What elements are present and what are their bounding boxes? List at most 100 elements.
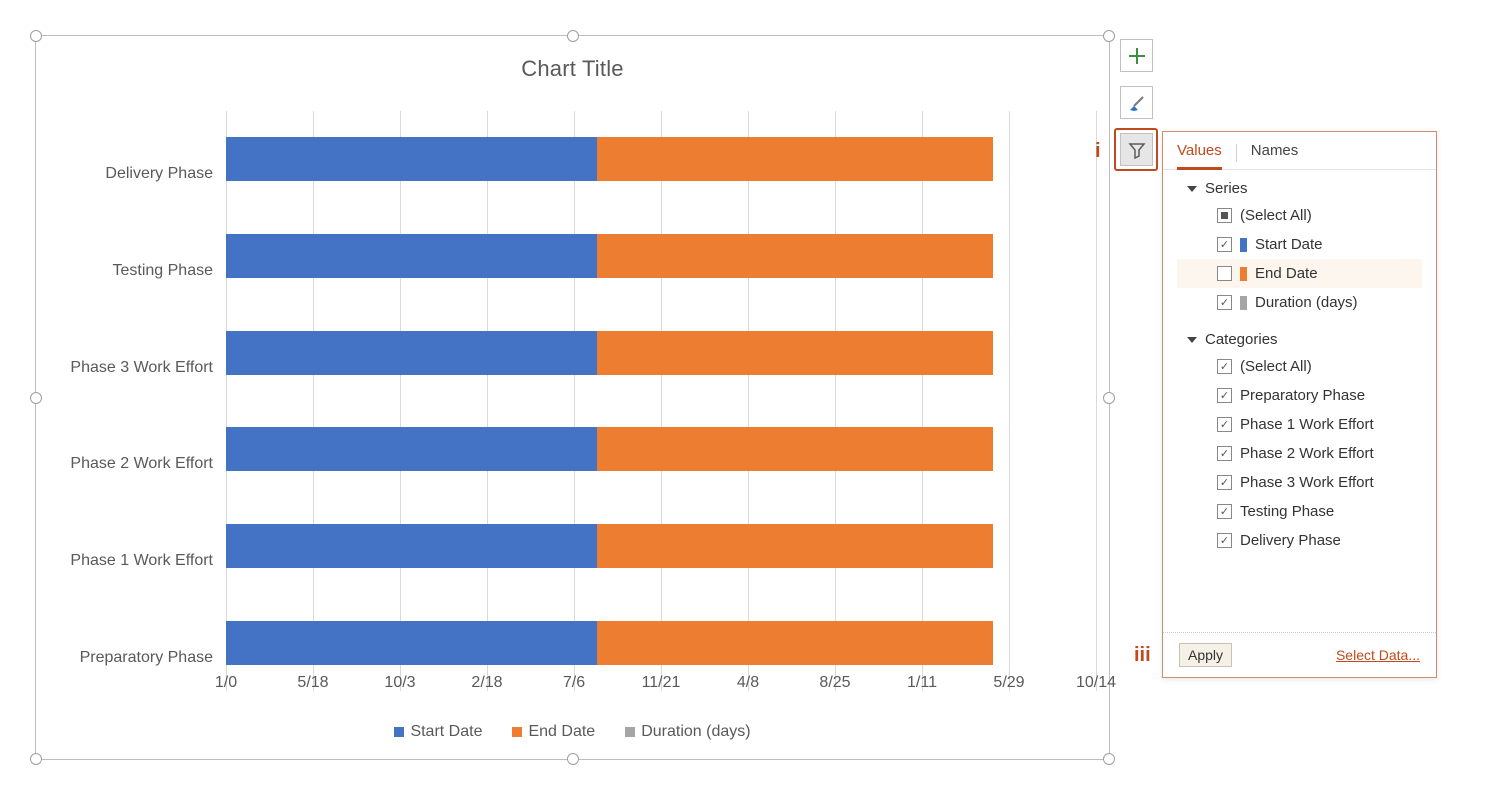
resize-handle[interactable] [567,753,579,765]
gridline [226,111,227,691]
legend-label: Duration (days) [641,723,750,741]
legend-label: End Date [528,723,595,741]
bar-segment-end-date[interactable] [597,331,993,375]
filter-list-item[interactable]: ✓Start Date [1177,230,1422,259]
legend-item[interactable]: Duration (days) [625,723,750,741]
bar-row[interactable] [226,331,1096,375]
filter-list-item[interactable]: End Date [1177,259,1422,288]
series-color-swatch-icon [1240,296,1247,310]
resize-handle[interactable] [1103,753,1115,765]
chart-filters-button[interactable] [1120,133,1153,166]
tab-separator [1236,144,1237,162]
filter-list-item[interactable]: ✓Delivery Phase [1177,526,1422,555]
resize-handle[interactable] [1103,30,1115,42]
x-axis-tick-label: 8/25 [819,674,850,692]
resize-handle[interactable] [30,753,42,765]
filter-list-item[interactable]: ✓Phase 2 Work Effort [1177,439,1422,468]
filter-list-item[interactable]: ✓Testing Phase [1177,497,1422,526]
legend-item[interactable]: End Date [512,723,595,741]
checkbox[interactable]: ✓ [1217,533,1232,548]
apply-button[interactable]: Apply [1179,643,1232,667]
x-axis-tick-label: 2/18 [471,674,502,692]
chart-styles-button[interactable] [1120,86,1153,119]
filter-list-item[interactable]: ✓Phase 1 Work Effort [1177,410,1422,439]
bar-row[interactable] [226,427,1096,471]
chart-elements-button[interactable] [1120,39,1153,72]
bar-segment-end-date[interactable] [597,137,993,181]
filter-list-item[interactable]: ✓ Duration (days) [1177,288,1422,317]
filter-list-item[interactable]: ✓(Select All) [1177,352,1422,381]
resize-handle[interactable] [567,30,579,42]
bar-segment-start-date[interactable] [226,524,597,568]
collapse-triangle-icon [1187,337,1197,343]
bar-segment-start-date[interactable] [226,137,597,181]
legend-label: Start Date [410,723,482,741]
checkbox[interactable]: ✓ [1217,475,1232,490]
bar-row[interactable] [226,524,1096,568]
bar-segment-start-date[interactable] [226,331,597,375]
series-color-swatch-icon [1240,267,1247,281]
legend[interactable]: Start Date End Date Duration (days) [36,723,1109,741]
checkbox[interactable]: ✓ [1217,359,1232,374]
checkbox[interactable]: ✓ [1217,446,1232,461]
chart-title[interactable]: Chart Title [36,36,1109,82]
select-data-link[interactable]: Select Data... [1336,647,1420,663]
checkbox[interactable]: ✓ [1217,417,1232,432]
filter-item-label: End Date [1255,265,1318,282]
categories-heading-label: Categories [1205,331,1278,348]
gridline [835,111,836,691]
gridline [661,111,662,691]
chart-object[interactable]: Chart Title Delivery PhaseTesting PhaseP… [35,35,1110,760]
legend-item[interactable]: Start Date [394,723,482,741]
filter-item-label: Duration (days) [1255,294,1358,311]
gridline [487,111,488,691]
bar-segment-start-date[interactable] [226,234,597,278]
tab-names[interactable]: Names [1251,142,1299,169]
gridline [922,111,923,691]
plus-icon [1128,47,1146,65]
series-section-header[interactable]: Series [1187,180,1422,197]
bar-segment-end-date[interactable] [597,524,993,568]
checkbox[interactable] [1217,208,1232,223]
filter-list-item[interactable]: ✓ Preparatory Phase [1177,381,1422,410]
gridline [748,111,749,691]
checkbox[interactable] [1217,266,1232,281]
filter-list-item[interactable]: (Select All) [1177,201,1422,230]
filter-list-item[interactable]: ✓Phase 3 Work Effort [1177,468,1422,497]
bar-segment-end-date[interactable] [597,234,993,278]
funnel-icon [1128,141,1146,159]
series-list: (Select All) ✓Start Date End Date ✓ Duration… [1177,201,1422,317]
legend-swatch-icon [512,727,522,737]
x-axis-tick-label: 10/14 [1076,674,1116,692]
x-axis-tick-label: 1/0 [215,674,237,692]
checkbox[interactable]: ✓ [1217,237,1232,252]
bar-segment-end-date[interactable] [597,621,993,665]
bar-row[interactable] [226,234,1096,278]
bar-segment-end-date[interactable] [597,427,993,471]
categories-list: ✓(Select All)✓Preparatory Phase✓Phase 1 … [1177,352,1422,555]
checkbox[interactable]: ✓ [1217,388,1232,403]
resize-handle[interactable] [1103,392,1115,404]
x-axis-tick-label: 4/8 [737,674,759,692]
x-axis-labels: 1/05/1810/32/187/611/214/88/251/115/2910… [226,674,1096,699]
bar-row[interactable] [226,621,1096,665]
resize-handle[interactable] [30,30,42,42]
gridline [1096,111,1097,691]
series-heading-label: Series [1205,180,1248,197]
checkbox[interactable]: ✓ [1217,295,1232,310]
y-axis-category-label: Phase 1 Work Effort [70,552,213,570]
legend-swatch-icon [394,727,404,737]
bar-segment-start-date[interactable] [226,427,597,471]
plot-area[interactable] [226,111,1096,691]
chart-filter-popup: Values Names Series (Select All) ✓Start D… [1162,131,1437,678]
bar-segment-start-date[interactable] [226,621,597,665]
filter-item-label: Preparatory Phase [1240,387,1365,404]
categories-section-header[interactable]: Categories [1187,331,1422,348]
checkbox[interactable]: ✓ [1217,504,1232,519]
tab-values[interactable]: Values [1177,142,1222,170]
filter-item-label: (Select All) [1240,207,1312,224]
bar-row[interactable] [226,137,1096,181]
series-color-swatch-icon [1240,238,1247,252]
y-axis-category-label: Phase 3 Work Effort [70,359,213,377]
y-axis-category-label: Preparatory Phase [80,649,213,667]
